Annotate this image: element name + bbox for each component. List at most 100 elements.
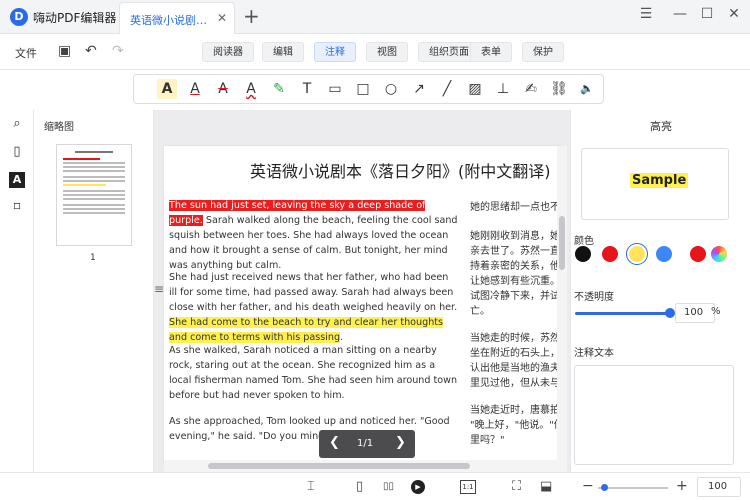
properties-title: 高亮 [650, 120, 672, 133]
underline-tool-icon[interactable]: A [185, 79, 205, 99]
title-bar: D 嗨动PDF编辑器 英语微小说剧本.p... ✕ + ☰ — ☐ ✕ [0, 0, 750, 34]
thumbnail-icon[interactable]: ▯ [9, 144, 25, 160]
color-swatch-custom-red[interactable] [690, 246, 706, 262]
color-label: 颜色 [574, 236, 594, 247]
minimize-button[interactable]: — [670, 6, 690, 22]
double-page-icon[interactable]: ▯▯ [383, 481, 394, 492]
search-icon[interactable]: ⌕ [9, 116, 25, 132]
chinese-line: 亡。 [470, 306, 490, 317]
actual-size-button[interactable]: 1:1 [460, 480, 476, 494]
left-sidebar: ⌕ ▯ A ⌑ [0, 110, 34, 472]
thumbnail-panel: 缩略图 1 [34, 110, 154, 472]
horizontal-scroll-thumb[interactable] [208, 463, 470, 469]
pencil-tool-icon[interactable]: ✎ [269, 79, 289, 99]
status-bar: ⌶ ▯ ▯▯ ▶ 1:1 ⛶ ⬓ − + 100 [0, 472, 750, 500]
opacity-slider[interactable] [575, 312, 669, 315]
opacity-slider-handle[interactable] [665, 308, 675, 318]
new-tab-button[interactable]: + [243, 4, 260, 28]
document-title: 英语微小说剧本《落日夕阳》(附中文翻译) [250, 162, 551, 181]
circle-tool-icon[interactable]: ○ [381, 79, 401, 99]
text-tool-icon[interactable]: T [297, 79, 317, 99]
opacity-input[interactable]: 100 [675, 303, 715, 323]
comment-tool-icon[interactable]: ▭ [325, 79, 345, 99]
image-tool-icon[interactable]: ▨ [465, 79, 485, 99]
text-recognition-icon[interactable]: A [9, 172, 25, 188]
fit-width-icon[interactable]: ⬓ [540, 479, 552, 494]
view-view-button[interactable]: 视图 [366, 42, 408, 62]
rectangle-tool-icon[interactable]: □ [353, 79, 373, 99]
document-page: 英语微小说剧本《落日夕阳》(附中文翻译) The sun had just se… [164, 146, 561, 466]
fit-page-icon[interactable]: ⛶ [512, 479, 521, 494]
color-swatch-black[interactable] [575, 246, 591, 262]
next-page-icon[interactable]: ❯ [395, 435, 406, 450]
undo-icon[interactable]: ↶ [85, 43, 97, 59]
annotation-toolbar: A A A A ✎ T ▭ □ ○ ↗ ╱ ▨ ⊥ ✍ ⛓ 🔈 [133, 74, 604, 104]
paragraph-2-end: . [340, 332, 344, 343]
signature-tool-icon[interactable]: ✍ [521, 79, 541, 99]
view-annotate-button[interactable]: 注释 [314, 42, 356, 62]
document-viewer[interactable]: ≡ 英语微小说剧本《落日夕阳》(附中文翻译) The sun had just … [154, 110, 570, 472]
close-tab-icon[interactable]: ✕ [217, 11, 227, 25]
view-form-button[interactable]: 表单 [470, 42, 512, 62]
strikethrough-tool-icon[interactable]: A [213, 79, 233, 99]
zoom-input[interactable]: 100 [697, 477, 741, 497]
panel-resize-handle-icon[interactable]: ≡ [154, 282, 164, 296]
chinese-line: 坐在附近的石头上， [470, 348, 560, 359]
highlight-tool-icon[interactable]: A [157, 79, 177, 99]
bookmark-icon[interactable]: ⌑ [9, 200, 25, 216]
arrow-tool-icon[interactable]: ↗ [409, 79, 429, 99]
page-thumbnail[interactable] [56, 144, 132, 246]
chinese-line: 当她走的时候，苏然 [470, 333, 560, 344]
previous-page-icon[interactable]: ❮ [329, 435, 340, 450]
yellow-highlight-annotation[interactable]: She had come to the beach to try and cle… [169, 317, 444, 343]
chinese-line: 试图冷静下来，并试 [470, 291, 560, 302]
zoom-out-button[interactable]: − [582, 478, 594, 494]
color-swatch-yellow[interactable] [629, 246, 645, 262]
chinese-line: 持着亲密的关系，他 [470, 261, 560, 272]
squiggly-tool-icon[interactable]: A [241, 79, 261, 99]
file-menu[interactable]: 文件 [15, 45, 37, 61]
link-tool-icon[interactable]: ⛓ [549, 79, 569, 99]
opacity-unit-dropdown[interactable]: % [711, 306, 721, 317]
document-tab-title[interactable]: 英语微小说剧本.p... [130, 12, 216, 28]
color-swatch-red[interactable] [602, 246, 618, 262]
maximize-button[interactable]: ☐ [697, 6, 717, 22]
chinese-line: 她的思绪却一点也不 [470, 202, 560, 213]
view-edit-button[interactable]: 编辑 [262, 42, 304, 62]
chinese-line: 里见过他，但从未与 [470, 378, 560, 389]
preview-sample-text: Sample [630, 173, 689, 188]
play-icon[interactable]: ▶ [411, 480, 425, 494]
zoom-slider-handle[interactable] [601, 484, 608, 491]
stamp-tool-icon[interactable]: ⊥ [493, 79, 513, 99]
zoom-in-button[interactable]: + [676, 478, 688, 494]
paragraph-1: The sun had just set, leaving the sky a … [169, 198, 459, 273]
page-navigator: ❮ 1/1 ❯ [319, 430, 415, 458]
page-indicator: 1/1 [357, 438, 374, 449]
color-swatch-blue[interactable] [656, 246, 672, 262]
vertical-scrollbar[interactable] [557, 146, 567, 472]
color-picker-icon[interactable] [711, 246, 727, 262]
horizontal-scrollbar[interactable] [164, 460, 557, 472]
highlight-preview: Sample [581, 148, 729, 220]
note-textarea[interactable] [574, 365, 734, 465]
paragraph-1-text: Sarah walked along the beach, feeling th… [169, 215, 458, 271]
view-reader-button[interactable]: 阅读器 [202, 42, 254, 62]
audio-tool-icon[interactable]: 🔈 [577, 79, 597, 99]
document-tab[interactable]: 英语微小说剧本.p... ✕ [119, 2, 235, 34]
close-window-button[interactable]: ✕ [724, 6, 744, 22]
view-protect-button[interactable]: 保护 [522, 42, 564, 62]
paragraph-2: She had just received news that her fath… [169, 270, 459, 345]
redo-icon[interactable]: ↷ [112, 43, 124, 59]
menu-icon[interactable]: ☰ [636, 6, 656, 22]
paragraph-4: As she approached, Tom looked up and not… [169, 416, 450, 442]
zoom-slider[interactable] [598, 487, 668, 489]
fit-height-icon[interactable]: ⌶ [307, 479, 315, 494]
single-page-icon[interactable]: ▯ [356, 479, 363, 494]
chinese-line: 让她感到有些沉重。 [470, 276, 560, 287]
line-tool-icon[interactable]: ╱ [437, 79, 457, 99]
app-name: 嗨动PDF编辑器 [33, 11, 117, 25]
save-icon[interactable]: ▣ [58, 43, 71, 59]
vertical-scroll-thumb[interactable] [559, 216, 565, 270]
chinese-line: 亲去世了。苏然一直 [470, 246, 560, 257]
paragraph-2-text: She had just received news that her fath… [169, 272, 458, 313]
